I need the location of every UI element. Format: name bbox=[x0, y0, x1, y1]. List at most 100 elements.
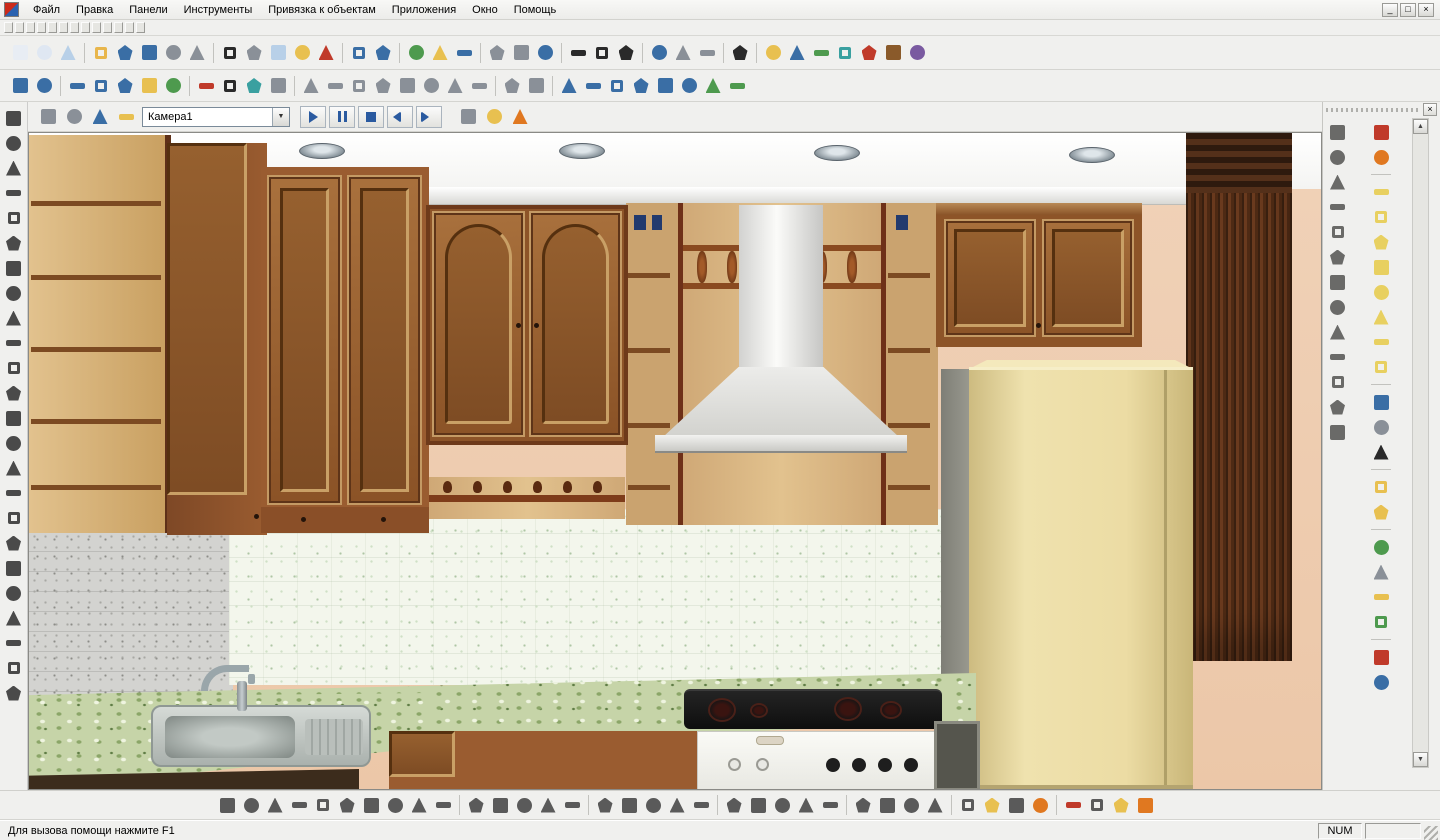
shaded-view-button[interactable] bbox=[482, 105, 506, 129]
add-primitive-button[interactable] bbox=[728, 41, 752, 65]
toolbar-grip[interactable] bbox=[114, 22, 123, 33]
toolbar-grip[interactable] bbox=[4, 22, 13, 33]
toolbar-grip[interactable] bbox=[37, 22, 46, 33]
toolbar-grip[interactable] bbox=[26, 22, 35, 33]
edge-banding-button[interactable] bbox=[1369, 330, 1393, 354]
select-all-button[interactable] bbox=[533, 41, 557, 65]
paste-button[interactable] bbox=[290, 41, 314, 65]
compass-button[interactable] bbox=[1326, 170, 1350, 194]
home-view-button[interactable] bbox=[1133, 793, 1157, 817]
offset-tool-button[interactable] bbox=[2, 506, 26, 530]
minimize-button[interactable]: _ bbox=[1382, 3, 1398, 17]
panel-list-button[interactable] bbox=[1326, 395, 1350, 419]
insert-image-button[interactable] bbox=[428, 41, 452, 65]
edit-points-button[interactable] bbox=[194, 74, 218, 98]
insert-object-button[interactable] bbox=[404, 41, 428, 65]
magnet-snap-button[interactable] bbox=[1326, 245, 1350, 269]
primitive-pyramid-button[interactable] bbox=[335, 793, 359, 817]
bend-button[interactable] bbox=[899, 793, 923, 817]
primitive-ellipsoid-button[interactable] bbox=[407, 793, 431, 817]
open-button[interactable] bbox=[89, 41, 113, 65]
rewind-button[interactable] bbox=[387, 106, 413, 128]
snap-endpoint-button[interactable] bbox=[299, 74, 323, 98]
snap-perpendicular-button[interactable] bbox=[395, 74, 419, 98]
sum-totals-button[interactable] bbox=[1369, 610, 1393, 634]
surface-button[interactable] bbox=[560, 793, 584, 817]
text-tool-button[interactable] bbox=[2, 256, 26, 280]
draw-arc-button[interactable] bbox=[590, 41, 614, 65]
array-tool-button[interactable] bbox=[2, 531, 26, 555]
draw-curve-button[interactable] bbox=[614, 41, 638, 65]
spec-table-button[interactable] bbox=[1369, 535, 1393, 559]
move-tool-button[interactable] bbox=[2, 381, 26, 405]
render-scene-button[interactable] bbox=[1061, 793, 1085, 817]
boolean-intersect-button[interactable] bbox=[641, 793, 665, 817]
extend-tool-button[interactable] bbox=[2, 581, 26, 605]
wave-curve-tool-button[interactable] bbox=[2, 206, 26, 230]
print-area-button[interactable] bbox=[1326, 370, 1350, 394]
price-list-button[interactable] bbox=[1369, 585, 1393, 609]
mirror-3d-button[interactable] bbox=[794, 793, 818, 817]
pointer-button[interactable] bbox=[218, 41, 242, 65]
camera-new-button[interactable] bbox=[88, 105, 112, 129]
mirror-tool-button[interactable] bbox=[2, 456, 26, 480]
lock-button[interactable] bbox=[1326, 295, 1350, 319]
toolbar-grip[interactable] bbox=[59, 22, 68, 33]
mirror-button[interactable] bbox=[725, 74, 749, 98]
render-preview-button[interactable] bbox=[508, 105, 532, 129]
copy-tool-button[interactable] bbox=[2, 406, 26, 430]
toolbar-grip[interactable] bbox=[48, 22, 57, 33]
align-right-button[interactable] bbox=[629, 74, 653, 98]
snap-grid-button[interactable] bbox=[467, 74, 491, 98]
cut-button[interactable] bbox=[242, 41, 266, 65]
insert-text-button[interactable] bbox=[452, 41, 476, 65]
close-button[interactable]: × bbox=[1418, 3, 1434, 17]
smooth-button[interactable] bbox=[875, 793, 899, 817]
assembly-button[interactable] bbox=[1369, 415, 1393, 439]
boolean-subtract-button[interactable] bbox=[617, 793, 641, 817]
selection-lasso-button[interactable] bbox=[509, 41, 533, 65]
chamfer-tool-button[interactable] bbox=[2, 631, 26, 655]
align-bottom-button[interactable] bbox=[557, 74, 581, 98]
zoom-window-button[interactable] bbox=[65, 74, 89, 98]
menu-Инструменты[interactable]: Инструменты bbox=[176, 2, 261, 18]
revolve-button[interactable] bbox=[488, 793, 512, 817]
snap-toggle-button[interactable] bbox=[647, 41, 671, 65]
print-button[interactable] bbox=[185, 41, 209, 65]
resize-grip[interactable] bbox=[1424, 826, 1438, 840]
eraser-button[interactable] bbox=[1326, 220, 1350, 244]
arc-tool-button[interactable] bbox=[2, 181, 26, 205]
text-tool-button[interactable] bbox=[881, 41, 905, 65]
dimension-tool-button[interactable] bbox=[2, 656, 26, 680]
materials-button[interactable] bbox=[905, 41, 929, 65]
rotate-view-button[interactable] bbox=[161, 74, 185, 98]
ellipse-tool-button[interactable] bbox=[2, 356, 26, 380]
toolbar-grip[interactable] bbox=[92, 22, 101, 33]
edit-curve-button[interactable] bbox=[218, 74, 242, 98]
report-button[interactable] bbox=[1369, 560, 1393, 584]
extrude-button[interactable] bbox=[464, 793, 488, 817]
rotate-tool-button[interactable] bbox=[2, 431, 26, 455]
section-button[interactable] bbox=[665, 793, 689, 817]
loft-button[interactable] bbox=[536, 793, 560, 817]
menu-Помощь[interactable]: Помощь bbox=[506, 2, 565, 18]
camera-settings-button[interactable] bbox=[114, 105, 138, 129]
save-button[interactable] bbox=[113, 41, 137, 65]
new-from-template-button[interactable] bbox=[32, 41, 56, 65]
collapse-panel-button[interactable] bbox=[1326, 420, 1350, 444]
hardware-button[interactable] bbox=[1369, 390, 1393, 414]
knife-button[interactable] bbox=[266, 74, 290, 98]
point-tool-button[interactable] bbox=[2, 331, 26, 355]
snap-midpoint-button[interactable] bbox=[323, 74, 347, 98]
toolbar-grip[interactable] bbox=[81, 22, 90, 33]
stop-button[interactable] bbox=[358, 106, 384, 128]
panel-element-button[interactable] bbox=[1369, 180, 1393, 204]
refresh-view-button[interactable] bbox=[833, 41, 857, 65]
toolbar-grip[interactable] bbox=[125, 22, 134, 33]
copy-button[interactable] bbox=[266, 41, 290, 65]
pin-toolbar-button[interactable] bbox=[36, 105, 60, 129]
grid-toggle-button[interactable] bbox=[671, 41, 695, 65]
zoom-realtime-button[interactable] bbox=[785, 41, 809, 65]
pan-button[interactable] bbox=[137, 74, 161, 98]
primitive-cylinder-button[interactable] bbox=[311, 793, 335, 817]
